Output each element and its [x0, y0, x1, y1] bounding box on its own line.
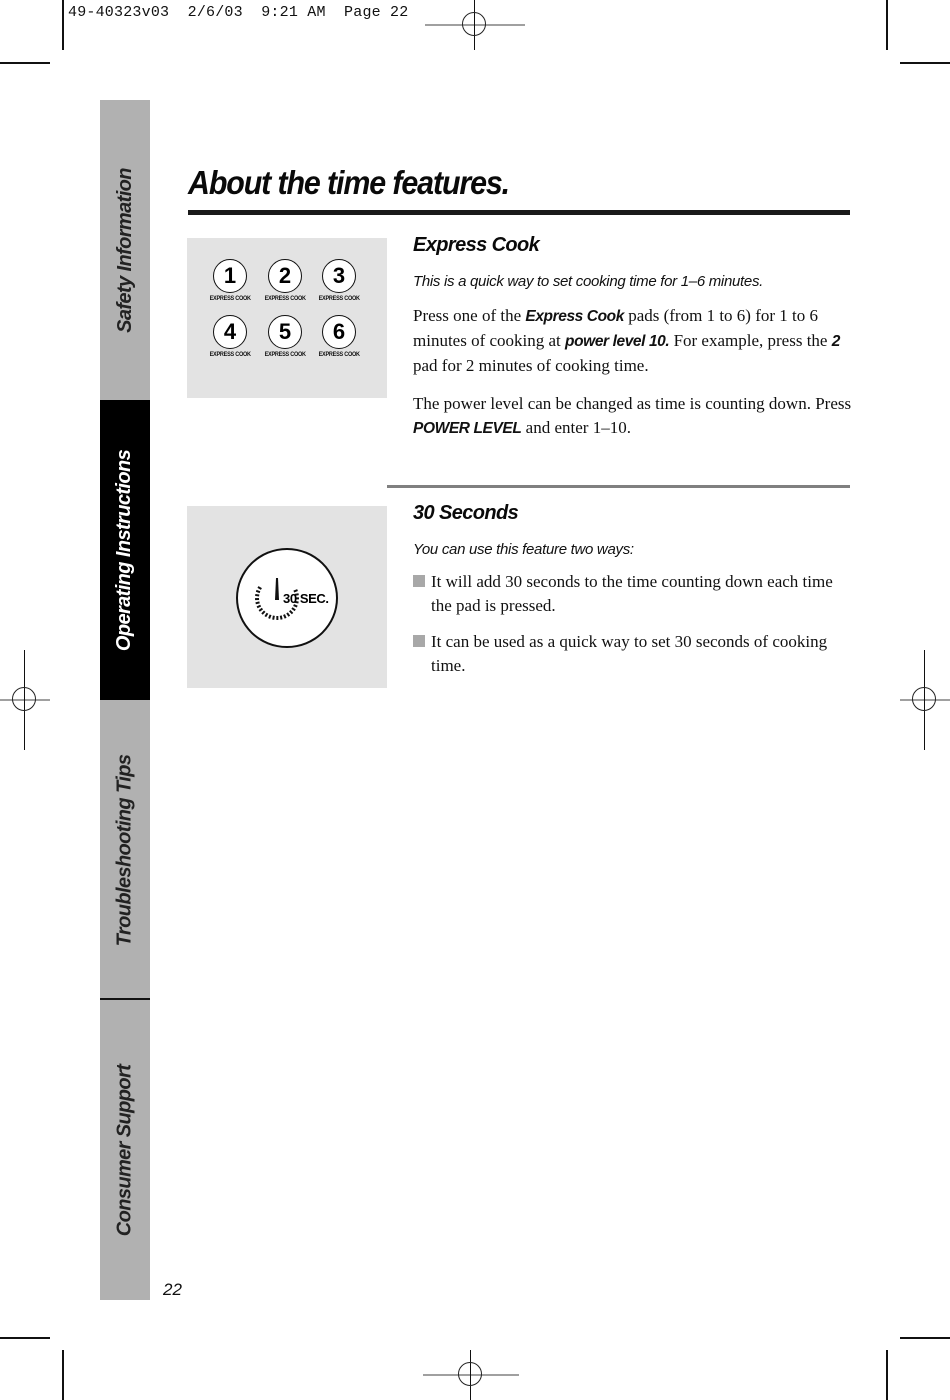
express-cook-section: Express Cook This is a quick way to set … — [413, 234, 853, 441]
pad-label: EXPRESS COOK — [318, 351, 360, 358]
express-cook-pad-2: 2 EXPRESS COOK — [264, 259, 306, 302]
express-cook-pad-1: 1 EXPRESS COOK — [209, 259, 251, 302]
pad-number: 4 — [213, 315, 247, 349]
page-number: 22 — [163, 1280, 182, 1299]
title-rule — [188, 210, 850, 215]
pad-number: 6 — [322, 315, 356, 349]
express-cook-pads-figure: 1 EXPRESS COOK 2 EXPRESS COOK 3 EXPRESS … — [187, 238, 387, 398]
express-cook-pad-6: 6 EXPRESS COOK — [318, 315, 360, 358]
tab-operating-instructions[interactable]: Operating Instructions — [100, 400, 150, 700]
section-divider — [387, 485, 850, 488]
express-cook-pad-3: 3 EXPRESS COOK — [318, 259, 360, 302]
express-cook-lead: This is a quick way to set cooking time … — [413, 273, 764, 290]
pad-number: 5 — [268, 315, 302, 349]
pad-number: 3 — [322, 259, 356, 293]
print-slug: 49-40323v03 2/6/03 9:21 AM Page 22 — [68, 4, 409, 21]
express-cook-paragraph-2: The power level can be changed as time i… — [413, 394, 852, 437]
express-cook-heading: Express Cook — [413, 234, 540, 256]
pad-label: EXPRESS COOK — [209, 295, 251, 302]
bullet-square-icon — [413, 635, 425, 647]
section-tabs: Safety Information Operating Instruction… — [100, 100, 150, 1300]
pad-number: 1 — [213, 259, 247, 293]
dial-tick — [291, 607, 296, 612]
thirty-seconds-figure: 30 SEC. — [187, 506, 387, 688]
dial-tick — [257, 586, 262, 590]
thirty-seconds-label: 30 SEC. — [283, 591, 329, 606]
pad-label: EXPRESS COOK — [318, 295, 360, 302]
bullet-square-icon — [413, 575, 425, 587]
bullet-item: It can be used as a quick way to set 30 … — [413, 630, 853, 678]
pad-label: EXPRESS COOK — [264, 295, 306, 302]
tab-label: Consumer Support — [113, 1064, 136, 1236]
tab-troubleshooting-tips[interactable]: Troubleshooting Tips — [100, 700, 150, 1000]
dial-tick — [261, 610, 266, 615]
tab-safety-information[interactable]: Safety Information — [100, 100, 150, 400]
dial-tick — [283, 614, 287, 619]
tab-label: Safety Information — [113, 167, 136, 333]
dial-tick — [255, 601, 260, 605]
pad-label: EXPRESS COOK — [264, 351, 306, 358]
tab-label: Troubleshooting Tips — [113, 754, 136, 946]
thirty-seconds-heading: 30 Seconds — [413, 502, 519, 524]
thirty-seconds-section: 30 Seconds You can use this feature two … — [413, 502, 853, 678]
pad-number: 2 — [268, 259, 302, 293]
express-cook-paragraph-1: Press one of the Express Cook pads (from… — [413, 306, 840, 375]
dial-tick — [256, 604, 262, 609]
bullet-item: It will add 30 seconds to the time count… — [413, 570, 853, 618]
tab-label: Operating Instructions — [113, 449, 136, 651]
dial-tick — [268, 614, 272, 619]
tab-consumer-support[interactable]: Consumer Support — [100, 998, 150, 1300]
dial-tick — [264, 612, 269, 618]
pad-label: EXPRESS COOK — [209, 351, 251, 358]
dial-tick — [286, 612, 291, 617]
dial-tick — [272, 615, 275, 620]
thirty-seconds-pad: 30 SEC. — [236, 548, 338, 648]
thirty-seconds-lead: You can use this feature two ways: — [413, 541, 634, 558]
express-cook-pad-5: 5 EXPRESS COOK — [264, 315, 306, 358]
page-title: About the time features. — [188, 164, 510, 201]
dial-tick — [255, 589, 261, 594]
dial-tick — [255, 593, 260, 597]
dial-tick — [258, 607, 264, 612]
express-cook-pad-4: 4 EXPRESS COOK — [209, 315, 251, 358]
dial-tick — [279, 615, 283, 620]
dial-tick — [289, 610, 294, 615]
